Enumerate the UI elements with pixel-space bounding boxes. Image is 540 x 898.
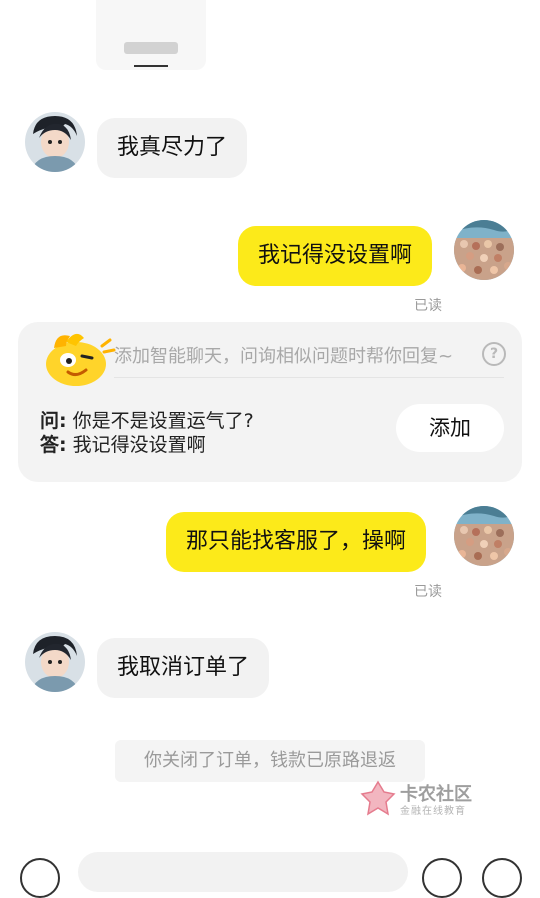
add-smart-reply-button[interactable]: 添加 [396,404,504,452]
image-caption-pill [124,42,178,54]
read-status: 已读 [414,584,442,600]
scroll-indicator [134,65,168,67]
crowd-photo-avatar-icon [454,506,514,566]
message-bubble-sent[interactable]: 我记得没设置啊 [238,226,433,286]
smart-reply-answer: 答: 我记得没设置啊 [40,430,206,457]
question-circle-icon[interactable]: ? [482,342,506,366]
answer-text: 我记得没设置啊 [72,434,206,456]
contact-avatar[interactable] [25,112,85,172]
answer-label: 答: [40,434,67,456]
message-bubble-received[interactable]: 我取消订单了 [97,638,270,698]
mascot-icon [46,333,116,386]
voice-icon[interactable] [20,858,60,898]
contact-avatar[interactable] [25,632,85,692]
smart-reply-question: 问: 你是不是设置运气了? [40,406,254,433]
image-message-card[interactable] [96,0,206,70]
plus-icon[interactable] [482,858,522,898]
card-divider [114,377,504,378]
question-text: 你是不是设置运气了? [72,410,254,432]
anime-boy-avatar-icon [25,632,85,692]
crowd-photo-avatar-icon [454,220,514,280]
question-label: 问: [40,410,67,432]
read-status: 已读 [414,298,442,314]
message-bubble-received[interactable]: 我真尽力了 [97,118,248,178]
watermark-logo-icon [360,780,396,816]
watermark: 卡农社区 金融在线教育 [360,780,480,817]
smart-reply-card: 添加智能聊天，问询相似问题时帮你回复~ ? 问: 你是不是设置运气了? 答: 我… [18,322,522,482]
smart-reply-hint: 添加智能聊天，问询相似问题时帮你回复~ [114,346,454,367]
my-avatar[interactable] [454,506,514,566]
emoji-icon[interactable] [422,858,462,898]
message-input[interactable] [78,852,408,892]
anime-boy-avatar-icon [25,112,85,172]
message-bubble-sent[interactable]: 那只能找客服了，操啊 [166,512,427,572]
input-bar [0,850,540,898]
watermark-subtitle: 金融在线教育 [400,806,466,817]
system-notice: 你关闭了订单，钱款已原路退返 [115,740,425,782]
my-avatar[interactable] [454,220,514,280]
